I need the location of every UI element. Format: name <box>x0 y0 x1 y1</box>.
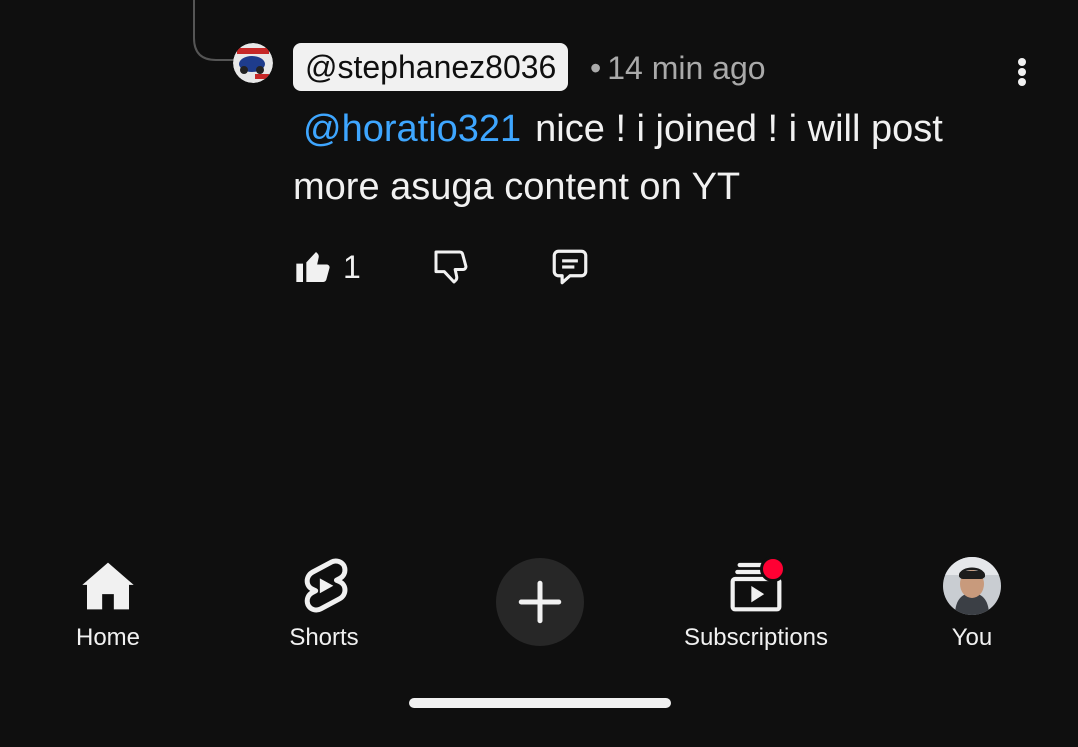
nav-subscriptions-label: Subscriptions <box>683 624 829 651</box>
comment-timestamp: • 14 min ago <box>590 48 766 88</box>
shorts-icon <box>294 556 354 616</box>
nav-home[interactable]: Home <box>18 556 198 652</box>
plus-icon <box>518 580 562 624</box>
nav-you[interactable]: You <box>882 556 1062 652</box>
reply-comment-icon <box>552 249 588 285</box>
dislike-button[interactable] <box>431 243 471 291</box>
comment-author-chip[interactable]: @stephanez8036 <box>293 43 569 91</box>
thread-connector-line <box>193 0 234 61</box>
like-count: 1 <box>343 248 361 285</box>
commenter-avatar[interactable] <box>233 43 273 83</box>
create-button[interactable] <box>496 558 584 646</box>
comment-body: @horatio321 nice ! i joined ! i will post… <box>293 100 1033 216</box>
subscriptions-icon <box>726 556 786 616</box>
mention-link[interactable]: @horatio321 <box>303 108 521 150</box>
user-avatar-icon <box>233 43 273 83</box>
more-vert-icon[interactable] <box>1005 52 1039 92</box>
nav-you-label: You <box>951 624 993 651</box>
thumbs-up-icon <box>296 252 330 282</box>
thumbs-down-icon <box>434 250 468 284</box>
home-icon <box>78 556 138 616</box>
reply-button[interactable] <box>549 243 591 291</box>
you-avatar-icon <box>942 556 1002 616</box>
bottom-navigation-bar: Home Shorts Subscriptions You <box>0 540 1078 670</box>
nav-subscriptions[interactable]: Subscriptions <box>666 556 846 652</box>
comment-actions: 1 <box>293 243 591 291</box>
nav-shorts-label: Shorts <box>289 624 359 651</box>
nav-shorts[interactable]: Shorts <box>234 556 414 652</box>
like-button[interactable]: 1 <box>293 243 361 291</box>
nav-home-label: Home <box>75 624 141 651</box>
meta-separator: • <box>590 50 602 86</box>
home-indicator-bar[interactable] <box>409 698 671 708</box>
comment-time: 14 min ago <box>607 50 766 86</box>
notification-dot <box>760 556 786 582</box>
